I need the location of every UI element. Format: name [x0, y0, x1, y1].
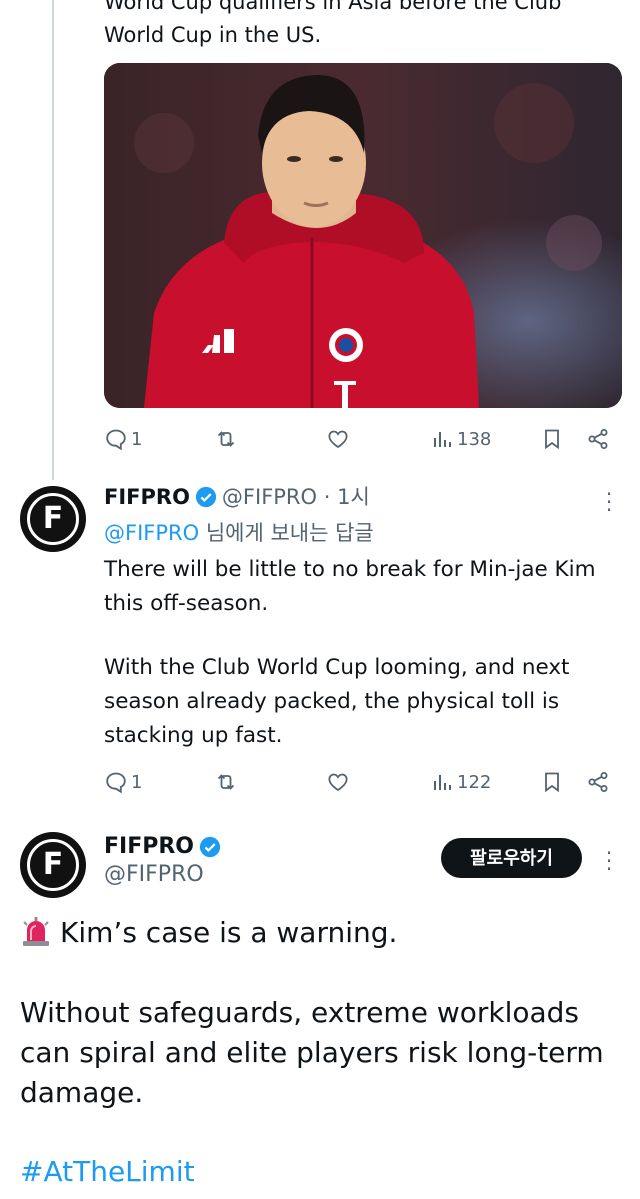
like-button[interactable] [326, 767, 350, 797]
reply-count: 1 [131, 771, 143, 793]
reply-button[interactable]: 1 [104, 767, 142, 797]
reply-icon [106, 429, 126, 451]
views-button[interactable]: 138 [430, 424, 491, 454]
display-name[interactable]: FIFPRO [104, 832, 194, 862]
retweet-button[interactable] [214, 767, 238, 797]
separator-dot: · [317, 485, 338, 509]
hashtag-link[interactable]: #AtTheLimit [20, 1152, 620, 1192]
reply-tweet-header: FIFPRO @FIFPRO · 1시 [104, 483, 370, 511]
reply-tweet-body: There will be little to no break for Min… [104, 553, 629, 753]
avatar-logo: F [42, 501, 64, 536]
timestamp[interactable]: 1시 [337, 483, 370, 511]
views-chart-icon [434, 775, 451, 790]
tweet-paragraph: Without safeguards, extreme workloads ca… [20, 996, 604, 1109]
avatar[interactable]: F [20, 486, 86, 552]
more-options-icon[interactable]: · · · [604, 843, 614, 879]
prev-tweet-actions: 1 138 [104, 424, 614, 454]
tweet-paragraph: With the Club World Cup looming, and nex… [104, 655, 570, 748]
retweet-icon [217, 774, 235, 790]
share-button[interactable] [586, 424, 610, 454]
reply-count: 1 [131, 428, 143, 450]
share-icon [588, 429, 608, 449]
bookmark-icon [545, 772, 559, 793]
share-icon [588, 772, 608, 792]
retweet-icon [217, 431, 235, 447]
share-button[interactable] [586, 767, 610, 797]
reply-context: @FIFPRO 님에게 보내는 답글 [104, 518, 374, 548]
views-count: 138 [457, 428, 492, 450]
heart-icon [328, 430, 348, 449]
tweet-paragraph: There will be little to no break for Min… [104, 557, 596, 616]
user-handle[interactable]: @FIFPRO [222, 483, 317, 511]
reply-icon [106, 772, 126, 794]
reply-tweet-actions: 1 122 [104, 767, 614, 797]
retweet-button[interactable] [214, 424, 238, 454]
bookmark-button[interactable] [540, 424, 564, 454]
avatar[interactable]: F [20, 832, 86, 898]
player-photo [104, 63, 622, 408]
reply-button[interactable]: 1 [104, 424, 142, 454]
heart-icon [328, 773, 348, 792]
more-options-icon[interactable]: · · · [604, 484, 614, 520]
follow-button[interactable]: 팔로우하기 [441, 838, 582, 878]
user-handle[interactable]: @FIFPRO [104, 860, 226, 890]
views-count: 122 [457, 771, 492, 793]
tweet-media-photo[interactable] [104, 63, 622, 408]
display-name[interactable]: FIFPRO [104, 483, 190, 511]
views-chart-icon [434, 432, 451, 447]
siren-emoji-icon [23, 917, 49, 946]
main-tweet-header: FIFPRO @FIFPRO [104, 832, 226, 890]
prev-tweet-text: World Cup qualifiers in Asia before the … [104, 0, 562, 47]
reply-mention-link[interactable]: @FIFPRO [104, 521, 199, 545]
bookmark-icon [545, 429, 559, 450]
like-button[interactable] [326, 424, 350, 454]
views-button[interactable]: 122 [430, 767, 491, 797]
verified-badge-icon [195, 486, 217, 508]
tweet-line: Kim’s case is a warning. [60, 916, 398, 949]
main-tweet-first-line: Kim’s case is a warning. [20, 913, 620, 953]
avatar-logo: F [42, 847, 64, 882]
bookmark-button[interactable] [540, 767, 564, 797]
thread-connector [52, 0, 54, 480]
reply-to-label: 님에게 보내는 답글 [199, 521, 374, 545]
verified-badge-icon [199, 836, 221, 858]
